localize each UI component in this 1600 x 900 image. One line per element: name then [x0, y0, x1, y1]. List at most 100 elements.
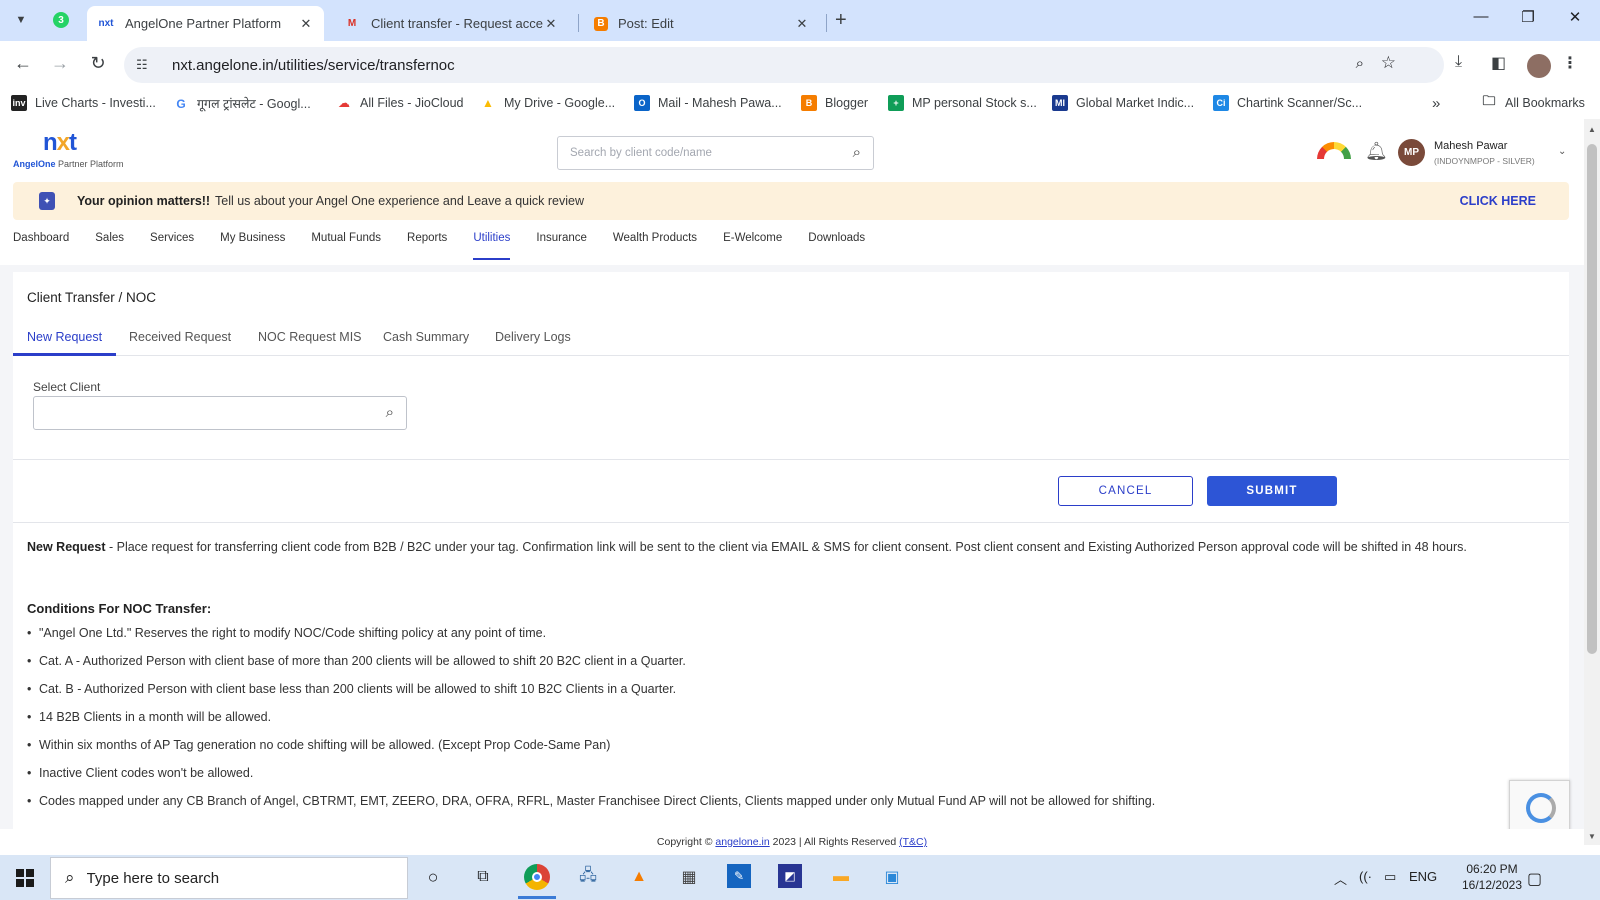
nav-e-welcome[interactable]: E-Welcome [723, 224, 782, 260]
nav-sales[interactable]: Sales [95, 224, 124, 260]
close-icon[interactable]: ✕ [298, 16, 314, 32]
user-name[interactable]: Mahesh Pawar [1434, 140, 1507, 152]
notifications-icon[interactable]: ▢ [1527, 869, 1542, 889]
bookmark-star-icon[interactable]: ☆ [1381, 53, 1396, 73]
bookmark-blogger[interactable]: B Blogger [801, 95, 868, 111]
nav-wealth-products[interactable]: Wealth Products [613, 224, 697, 260]
meeting-app-icon[interactable]: ▣ [879, 864, 905, 890]
task-view-icon[interactable]: ⧉ [470, 864, 496, 890]
site-settings-icon[interactable]: ☷ [136, 57, 158, 73]
address-bar[interactable]: ☷ nxt.angelone.in/utilities/service/tran… [124, 47, 1444, 83]
nav-services[interactable]: Services [150, 224, 194, 260]
nav-reports[interactable]: Reports [407, 224, 447, 260]
tab-cash-summary[interactable]: Cash Summary [383, 330, 469, 344]
wifi-icon[interactable]: ((· [1359, 869, 1372, 884]
url-text[interactable]: nxt.angelone.in/utilities/service/transf… [172, 57, 455, 74]
angelone-link[interactable]: angelone.in [715, 836, 769, 848]
bookmark-google-translate[interactable]: G गूगल ट्रांसलेट - Googl... [173, 95, 311, 112]
profile-avatar[interactable] [1527, 54, 1551, 78]
more-menu-icon[interactable]: ⋮ [1562, 53, 1578, 73]
bookmark-label: गूगल ट्रांसलेट - Googl... [197, 97, 311, 111]
bookmark-global-market[interactable]: MI Global Market Indic... [1052, 95, 1194, 111]
select-client-input[interactable] [44, 397, 364, 427]
user-avatar[interactable]: MP [1398, 139, 1425, 166]
windows-start-icon[interactable] [16, 869, 34, 887]
nav-my-business[interactable]: My Business [220, 224, 285, 260]
click-here-link[interactable]: CLICK HERE [1460, 194, 1536, 208]
search-icon[interactable]: ⌕ [853, 144, 861, 161]
scrollbar-thumb[interactable] [1587, 144, 1597, 654]
file-explorer-icon[interactable]: ▬ [828, 864, 854, 890]
vlc-icon[interactable]: ▲ [626, 864, 652, 890]
tab-received-request[interactable]: Received Request [129, 330, 231, 344]
bookmark-my-drive[interactable]: ▲ My Drive - Google... [480, 95, 615, 111]
bookmark-chartink[interactable]: Ci Chartink Scanner/Sc... [1213, 95, 1362, 111]
tab-new-request[interactable]: New Request [27, 330, 102, 344]
page-scrollbar[interactable]: ▲ ▼ [1584, 119, 1600, 845]
notification-bell-icon[interactable]: 🔔︎ [1365, 141, 1388, 162]
bookmark-live-charts[interactable]: inv Live Charts - Investi... [11, 95, 156, 111]
folder-icon: 🗀 [1482, 93, 1496, 108]
select-client-label: Select Client [33, 380, 101, 394]
reload-icon[interactable]: ↻ [86, 53, 110, 74]
bookmark-label: Chartink Scanner/Sc... [1237, 96, 1363, 110]
nav-utilities[interactable]: Utilities [473, 224, 511, 260]
client-search-input[interactable] [570, 147, 830, 159]
taskbar-search[interactable]: ⌕ [50, 857, 408, 899]
client-search-box[interactable]: ⌕ [557, 136, 874, 170]
tab-blogger[interactable]: B Post: Edit ✕ [584, 6, 820, 41]
bookmark-jiocloud[interactable]: ☁ All Files - JioCloud [336, 95, 464, 111]
taskbar-search-input[interactable] [86, 869, 367, 887]
back-arrow-icon[interactable]: ← [11, 53, 35, 74]
close-icon[interactable]: ✕ [794, 16, 810, 32]
more-bookmarks-icon[interactable]: » [1432, 95, 1440, 112]
zoom-icon[interactable]: ⌕ [1356, 55, 1364, 72]
forward-arrow-icon[interactable]: → [48, 53, 72, 74]
calculator-icon[interactable]: ▦ [676, 864, 702, 890]
select-client-field[interactable]: ⌕ [33, 396, 407, 430]
minimize-icon[interactable]: — [1466, 8, 1496, 25]
condition-item: Within six months of AP Tag generation n… [27, 731, 1557, 759]
copyright-rights: 2023 | All Rights Reserved [769, 836, 900, 848]
scroll-up-icon[interactable]: ▲ [1588, 125, 1596, 134]
nav-dashboard[interactable]: Dashboard [13, 224, 69, 260]
close-icon[interactable]: ✕ [543, 16, 559, 32]
network-app-icon[interactable]: 🖧 [575, 864, 601, 890]
search-icon[interactable]: ⌕ [386, 404, 394, 421]
chevron-down-icon[interactable]: ⌄ [1558, 146, 1566, 157]
side-panel-icon[interactable]: ◧ [1491, 53, 1506, 73]
scroll-down-icon[interactable]: ▼ [1588, 832, 1596, 841]
nxt-favicon-icon: nxt [98, 18, 114, 29]
desktop-app-icon[interactable]: ◩ [778, 864, 802, 888]
window-close-icon[interactable]: ✕ [1560, 8, 1590, 26]
nav-downloads[interactable]: Downloads [808, 224, 865, 260]
tab-noc-request-mis[interactable]: NOC Request MIS [258, 330, 362, 344]
tab-angelone[interactable]: nxt AngelOne Partner Platform ✕ [87, 6, 324, 41]
chrome-icon[interactable] [518, 864, 556, 899]
system-clock[interactable]: 06:20 PM 16/12/2023 [1452, 861, 1532, 893]
editor-app-icon[interactable]: ✎ [727, 864, 751, 888]
bookmark-stock-sheet[interactable]: + MP personal Stock s... [888, 95, 1037, 111]
sheets-icon: + [888, 95, 904, 111]
nav-mutual-funds[interactable]: Mutual Funds [311, 224, 381, 260]
terms-link[interactable]: (T&C) [899, 836, 927, 848]
blogger-icon: B [801, 95, 817, 111]
nav-insurance[interactable]: Insurance [536, 224, 587, 260]
nxt-logo[interactable]: nxt AngelOne Partner Platform [13, 129, 124, 169]
cancel-button[interactable]: CANCEL [1058, 476, 1193, 506]
cortana-icon[interactable]: ○ [420, 864, 446, 890]
restore-icon[interactable]: ❐ [1513, 8, 1543, 26]
new-tab-icon[interactable]: + [835, 9, 847, 32]
whatsapp-extension-icon[interactable]: 3 [53, 12, 69, 28]
downloads-icon[interactable]: ⤓ [1455, 53, 1462, 71]
language-indicator[interactable]: ENG [1409, 869, 1437, 884]
performance-gauge-icon[interactable] [1317, 142, 1351, 159]
submit-button[interactable]: SUBMIT [1207, 476, 1337, 506]
battery-icon[interactable]: ▭ [1384, 869, 1396, 885]
tray-chevron-up-icon[interactable]: ︿ [1334, 869, 1347, 888]
tab-delivery-logs[interactable]: Delivery Logs [495, 330, 571, 344]
tab-gmail[interactable]: M Client transfer - Request accept ✕ [333, 6, 569, 41]
bookmark-mail[interactable]: O Mail - Mahesh Pawa... [634, 95, 782, 111]
tab-search-chevron-icon[interactable]: ▼ [8, 8, 34, 32]
all-bookmarks[interactable]: 🗀 All Bookmarks [1481, 93, 1584, 111]
